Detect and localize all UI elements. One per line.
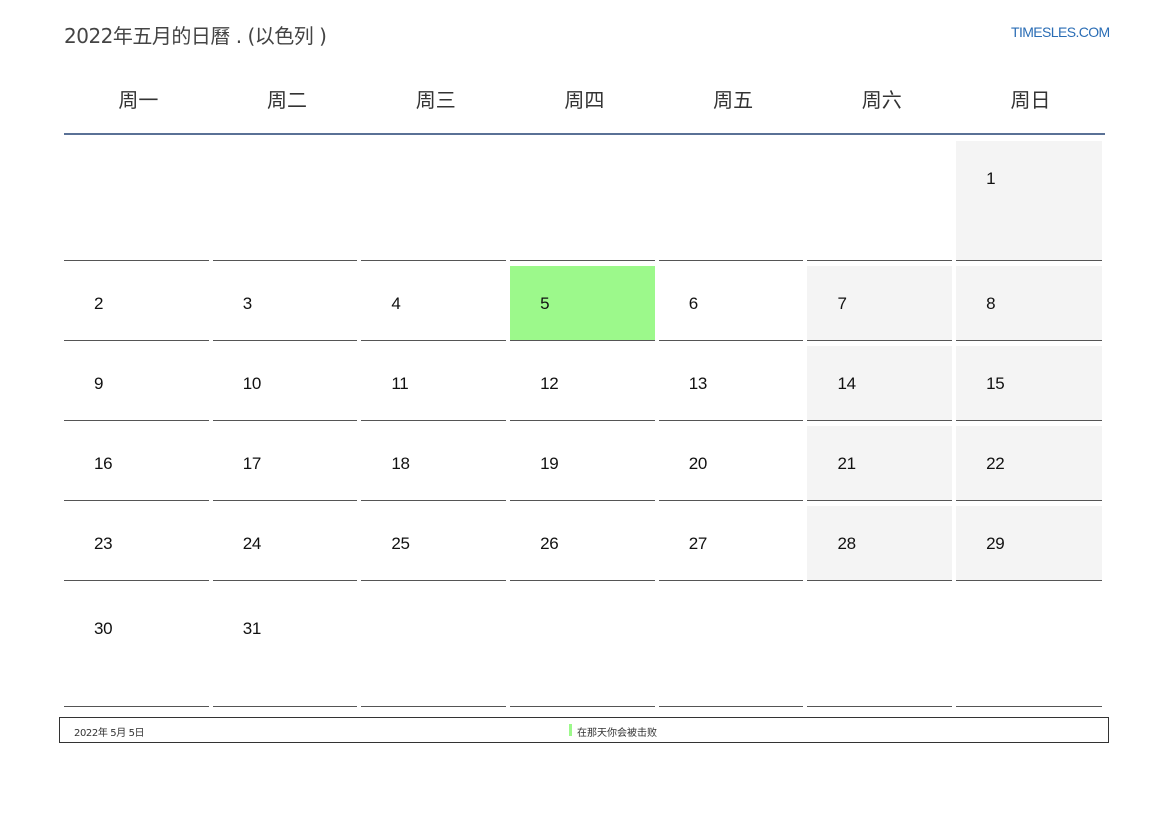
empty-cell (510, 141, 655, 261)
week-row: 2 3 4 5 6 7 8 (64, 266, 1105, 341)
day-number: 2 (94, 294, 104, 313)
day-cell[interactable]: 11 (361, 346, 507, 421)
day-cell[interactable]: 5 (510, 266, 655, 341)
day-number: 19 (540, 454, 559, 473)
day-cell[interactable]: 25 (361, 506, 507, 581)
week-row: 16 17 18 19 20 21 22 (64, 426, 1105, 501)
day-number: 1 (986, 169, 996, 188)
weekday-sunday: 周日 (1010, 88, 1051, 112)
day-number: 11 (391, 374, 409, 393)
day-number: 14 (837, 374, 856, 393)
legend-box: 2022年 5月 5日 在那天你会被击败 (59, 717, 1109, 743)
day-cell[interactable]: 22 (956, 426, 1103, 501)
day-number: 18 (391, 454, 410, 473)
empty-cell (658, 141, 804, 261)
day-cell[interactable]: 24 (212, 506, 358, 581)
day-number: 29 (986, 534, 1005, 553)
day-cell[interactable]: 12 (510, 346, 655, 421)
day-cell[interactable]: 29 (956, 506, 1103, 581)
weekday-thursday: 周四 (564, 88, 605, 112)
day-number: 25 (391, 534, 410, 553)
week-row: 23 24 25 26 27 28 29 (64, 506, 1105, 581)
day-number: 10 (242, 374, 262, 393)
legend-color-swatch (569, 724, 572, 736)
day-cell[interactable]: 9 (64, 346, 209, 421)
empty-cell (361, 586, 507, 707)
empty-cell (807, 141, 953, 261)
day-cell[interactable]: 27 (658, 506, 804, 581)
day-cell[interactable]: 18 (361, 426, 507, 501)
day-number: 8 (986, 294, 996, 313)
day-number: 24 (242, 534, 262, 553)
day-number: 27 (688, 534, 708, 553)
day-number: 28 (837, 534, 856, 553)
weekday-friday: 周五 (713, 88, 754, 112)
week-row: 9 10 11 12 13 14 15 (64, 346, 1105, 421)
weekday-saturday: 周六 (861, 88, 902, 112)
weekday-header-row: 周一 周二 周三 周四 周五 周六 周日 (64, 70, 1105, 135)
day-cell[interactable]: 20 (658, 426, 804, 501)
day-number: 4 (391, 294, 401, 313)
day-number: 21 (837, 454, 856, 473)
day-cell[interactable]: 2 (64, 266, 209, 341)
empty-cell (510, 586, 655, 707)
empty-cell (64, 141, 209, 261)
day-cell[interactable]: 7 (807, 266, 953, 341)
day-cell[interactable]: 15 (956, 346, 1103, 421)
site-link[interactable]: TIMESLES.COM (1011, 24, 1110, 40)
empty-cell (658, 586, 804, 707)
day-cell[interactable]: 23 (64, 506, 209, 581)
day-cell[interactable]: 31 (212, 586, 358, 707)
legend-note: 在那天你会被击败 (577, 728, 657, 739)
empty-cell (212, 141, 358, 261)
day-number: 16 (94, 454, 113, 473)
calendar-grid: 周一 周二 周三 周四 周五 周六 周日 1 2 3 4 5 6 7 8 9 10 11 12 13 14… (64, 70, 1105, 707)
day-number: 12 (540, 374, 559, 393)
day-number: 7 (837, 294, 847, 313)
day-cell[interactable]: 16 (64, 426, 209, 501)
day-cell[interactable]: 17 (212, 426, 358, 501)
day-number: 5 (540, 294, 550, 313)
empty-cell (361, 141, 507, 261)
day-cell[interactable]: 19 (510, 426, 655, 501)
day-number: 31 (242, 619, 262, 638)
week-row: 30 31 (64, 586, 1105, 707)
day-cell[interactable]: 26 (510, 506, 655, 581)
day-number: 13 (688, 374, 708, 393)
day-number: 6 (688, 294, 698, 313)
empty-cell (956, 586, 1103, 707)
legend-date: 2022年 5月 5日 (74, 728, 145, 739)
day-cell[interactable]: 21 (807, 426, 953, 501)
day-number: 26 (540, 534, 559, 553)
weeks-container: 1 2 3 4 5 6 7 8 9 10 11 12 13 14 15 16 17 18 19 20 21 22 23 24 2… (64, 141, 1105, 707)
day-number: 15 (986, 374, 1005, 393)
day-number: 9 (94, 374, 104, 393)
day-cell[interactable]: 10 (212, 346, 358, 421)
day-cell[interactable]: 3 (212, 266, 358, 341)
day-number: 30 (94, 619, 113, 638)
day-cell[interactable]: 8 (956, 266, 1103, 341)
day-cell[interactable]: 28 (807, 506, 953, 581)
day-cell[interactable]: 1 (956, 141, 1103, 261)
day-cell[interactable]: 4 (361, 266, 507, 341)
weekday-monday: 周一 (118, 88, 159, 112)
day-cell[interactable]: 30 (64, 586, 209, 707)
weekday-wednesday: 周三 (415, 88, 456, 112)
page-title: 2022年五月的日曆 . (以色列 ) (64, 24, 327, 48)
day-cell[interactable]: 6 (658, 266, 804, 341)
day-number: 20 (688, 454, 708, 473)
day-number: 17 (242, 454, 262, 473)
day-number: 23 (94, 534, 113, 553)
empty-cell (807, 586, 953, 707)
weekday-tuesday: 周二 (267, 88, 308, 112)
week-row: 1 (64, 141, 1105, 261)
day-number: 22 (986, 454, 1005, 473)
day-number: 3 (242, 294, 252, 313)
day-cell[interactable]: 14 (807, 346, 953, 421)
day-cell[interactable]: 13 (658, 346, 804, 421)
